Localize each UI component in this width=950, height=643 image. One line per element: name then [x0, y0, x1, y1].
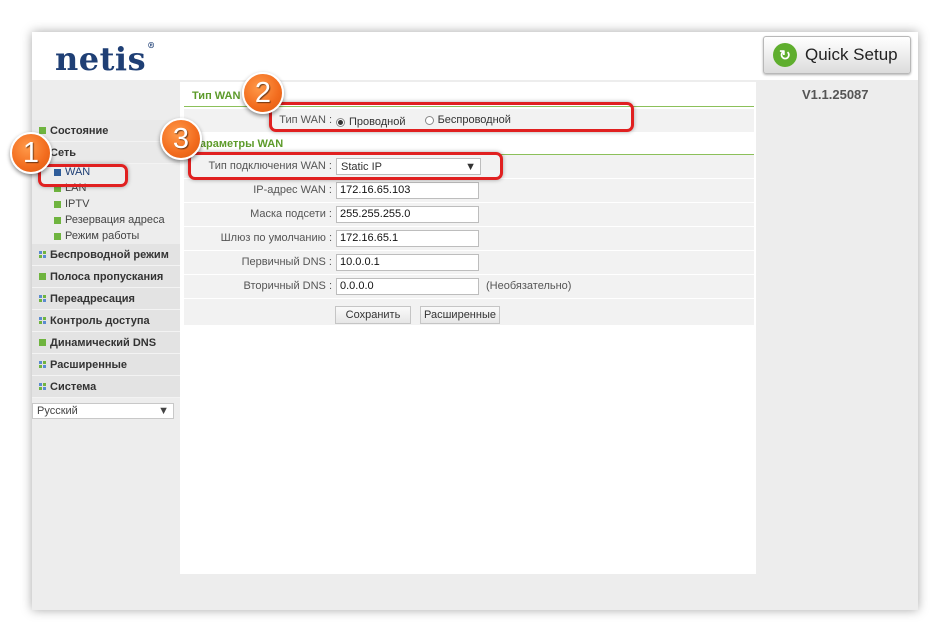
- header: netis® ↻ Quick Setup: [32, 32, 918, 80]
- gateway-input[interactable]: 172.16.65.1: [336, 230, 479, 247]
- plus-square-icon: [39, 127, 46, 134]
- sidebar-subitem-label: Резервация адреса: [65, 214, 165, 226]
- sidebar-subitem-label: Режим работы: [65, 230, 140, 242]
- ip-label: IP-адрес WAN :: [253, 184, 332, 196]
- sidebar-item-access-control[interactable]: Контроль доступа: [32, 310, 180, 332]
- callout-wan-type: [269, 102, 634, 132]
- grid-icon: [39, 361, 46, 368]
- save-button[interactable]: Сохранить: [335, 306, 411, 324]
- step-badge-2: 2: [242, 72, 284, 114]
- sidebar-item-network[interactable]: Сеть: [32, 142, 180, 164]
- quick-setup-button[interactable]: ↻ Quick Setup: [763, 36, 911, 74]
- sidebar: Состояние Сеть WAN LAN IPTV Резервация а…: [32, 120, 180, 398]
- wan-params-title: Параметры WAN: [192, 138, 284, 150]
- grid-icon: [39, 251, 46, 258]
- firmware-version: V1.1.25087: [802, 87, 869, 102]
- secondary-dns-input[interactable]: 0.0.0.0: [336, 278, 479, 295]
- ip-value-wrap: 172.16.65.103: [336, 182, 479, 199]
- sidebar-subitem-iptv[interactable]: IPTV: [32, 196, 180, 212]
- dns1-row: Первичный DNS : 10.0.0.1: [184, 251, 754, 275]
- chevron-down-icon: ▼: [158, 405, 169, 417]
- sidebar-subitem-label: IPTV: [65, 198, 90, 210]
- sidebar-item-forwarding[interactable]: Переадресация: [32, 288, 180, 310]
- step-badge-3: 3: [160, 118, 202, 160]
- primary-dns-input[interactable]: 10.0.0.1: [336, 254, 479, 271]
- sidebar-item-label: Расширенные: [50, 358, 127, 371]
- mask-row: Маска подсети : 255.255.255.0: [184, 203, 754, 227]
- gateway-value-wrap: 172.16.65.1: [336, 230, 479, 247]
- sidebar-item-advanced[interactable]: Расширенные: [32, 354, 180, 376]
- dns1-label: Первичный DNS :: [241, 256, 332, 268]
- ip-row: IP-адрес WAN : 172.16.65.103: [184, 179, 754, 203]
- plus-square-icon: [54, 232, 61, 240]
- sidebar-item-label: Динамический DNS: [50, 336, 157, 349]
- sidebar-item-ddns[interactable]: Динамический DNS: [32, 332, 180, 354]
- ip-input[interactable]: 172.16.65.103: [336, 182, 479, 199]
- sidebar-subitem-work-mode[interactable]: Режим работы: [32, 228, 180, 244]
- step-badge-1: 1: [10, 132, 52, 174]
- sidebar-item-label: Сеть: [50, 146, 77, 159]
- sidebar-subitem-address-reservation[interactable]: Резервация адреса: [32, 212, 180, 228]
- router-admin-window: netis® ↻ Quick Setup V1.1.25087 Состояни…: [10, 32, 918, 610]
- gateway-row: Шлюз по умолчанию : 172.16.65.1: [184, 227, 754, 251]
- plus-square-icon: [39, 273, 46, 280]
- callout-connection-type: [188, 152, 503, 180]
- mask-label: Маска подсети :: [250, 208, 332, 220]
- dns2-label: Вторичный DNS :: [243, 280, 332, 292]
- optional-note: (Необязательно): [486, 280, 572, 292]
- quick-setup-label: Quick Setup: [805, 45, 898, 64]
- sidebar-item-bandwidth[interactable]: Полоса пропускания: [32, 266, 180, 288]
- language-value: Русский: [37, 405, 78, 417]
- sidebar-item-label: Состояние: [50, 124, 109, 137]
- sidebar-item-label: Система: [50, 380, 97, 393]
- logo-registered-mark: ®: [147, 40, 156, 50]
- gateway-label: Шлюз по умолчанию :: [220, 232, 332, 244]
- plus-square-icon: [54, 200, 61, 208]
- sidebar-item-label: Беспроводной режим: [50, 248, 169, 261]
- sidebar-item-wireless[interactable]: Беспроводной режим: [32, 244, 180, 266]
- logo-text: netis: [55, 40, 147, 78]
- mask-value-wrap: 255.255.255.0: [336, 206, 479, 223]
- language-select[interactable]: Русский ▼: [32, 403, 174, 419]
- advanced-button[interactable]: Расширенные: [420, 306, 500, 324]
- sidebar-item-label: Контроль доступа: [50, 314, 150, 327]
- sidebar-item-label: Переадресация: [50, 292, 135, 305]
- grid-icon: [39, 317, 46, 324]
- dns1-value-wrap: 10.0.0.1: [336, 254, 479, 271]
- callout-wan: [38, 164, 128, 187]
- netis-logo: netis®: [55, 40, 156, 78]
- dns2-value-wrap: 0.0.0.0: [336, 278, 479, 295]
- wan-type-title: Тип WAN: [192, 90, 241, 102]
- sidebar-item-status[interactable]: Состояние: [32, 120, 180, 142]
- grid-icon: [39, 383, 46, 390]
- plus-square-icon: [54, 216, 61, 224]
- sidebar-item-label: Полоса пропускания: [50, 270, 164, 283]
- sidebar-item-system[interactable]: Система: [32, 376, 180, 398]
- subnet-mask-input[interactable]: 255.255.255.0: [336, 206, 479, 223]
- refresh-arrow-icon: ↻: [773, 43, 797, 67]
- dns2-row: Вторичный DNS : 0.0.0.0 (Необязательно): [184, 275, 754, 299]
- plus-square-icon: [39, 339, 46, 346]
- grid-icon: [39, 295, 46, 302]
